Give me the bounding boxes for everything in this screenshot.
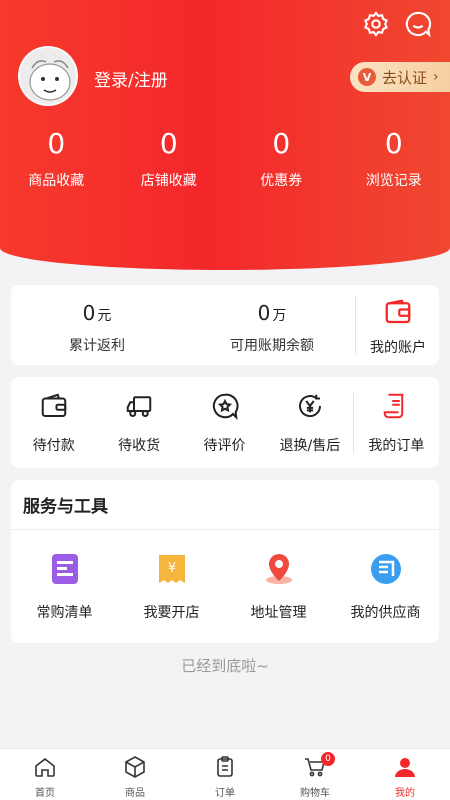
services-title: 服务与工具: [11, 480, 439, 530]
tab-label: 我的: [395, 788, 415, 799]
tab-label: 购物车: [300, 788, 330, 799]
avatar-illustration-icon: [20, 48, 76, 104]
tab-orders[interactable]: 订单: [180, 749, 270, 800]
service-address[interactable]: 地址管理: [225, 552, 332, 622]
service-suppliers[interactable]: 我的供应商: [332, 552, 439, 622]
stat-label: 店铺收藏: [140, 173, 197, 189]
tab-products[interactable]: 商品: [90, 749, 180, 800]
tab-label: 首页: [35, 788, 55, 799]
shop-icon: ¥: [158, 555, 185, 583]
service-label: 我的供应商: [350, 605, 421, 621]
order-label: 待付款: [32, 437, 75, 454]
stat-count: 0: [384, 127, 403, 160]
stat-label: 优惠券: [260, 173, 303, 189]
supplier-icon: [370, 554, 401, 584]
tab-cart[interactable]: 0 购物车: [270, 749, 360, 800]
order-label: 待评价: [203, 437, 246, 454]
my-account-label: 我的账户: [370, 340, 426, 356]
chevron-right-icon: ›: [433, 69, 439, 85]
stats-row: 0 商品收藏 0 店铺收藏 0 优惠券 0 浏览记录: [0, 124, 450, 190]
credit-summary[interactable]: 0万 可用账期余额: [189, 301, 355, 355]
service-frequent-list[interactable]: 常购清单: [11, 552, 118, 622]
gear-icon[interactable]: [362, 10, 390, 38]
box-icon: [125, 756, 145, 778]
stat-count: 0: [47, 127, 66, 160]
service-label: 常购清单: [36, 605, 93, 621]
order-pending-receipt[interactable]: 待收货: [96, 391, 181, 455]
stat-count: 0: [272, 127, 291, 160]
end-of-list-text: 已经到底啦~: [181, 657, 269, 675]
profile-header: 登录/注册 V 去认证 › 0 商品收藏 0 店铺收藏 0 优惠券 0 浏览记录: [0, 0, 450, 270]
login-register-link[interactable]: 登录/注册: [94, 66, 168, 91]
svg-text:¥: ¥: [167, 561, 175, 576]
tab-home[interactable]: 首页: [0, 749, 90, 800]
service-label: 地址管理: [250, 605, 307, 621]
refund-icon: [298, 394, 321, 417]
order-label: 退换/售后: [279, 437, 341, 454]
user-icon: [395, 758, 415, 777]
orders-card: 待付款 待收货 待评价 退换/售后 我的订单: [11, 377, 439, 468]
stat-coupons[interactable]: 0 优惠券: [225, 124, 338, 190]
stat-browse-history[interactable]: 0 浏览记录: [338, 124, 450, 190]
wallet-icon: [385, 299, 411, 324]
my-orders-button[interactable]: 我的订单: [354, 391, 439, 455]
message-icon[interactable]: [404, 10, 432, 38]
truck-icon: [126, 395, 152, 417]
stat-count: 0: [159, 127, 178, 160]
stat-product-favorites[interactable]: 0 商品收藏: [0, 124, 113, 190]
service-label: 我要开店: [143, 605, 200, 621]
tab-label: 商品: [125, 788, 145, 799]
divider: [355, 295, 356, 355]
service-open-shop[interactable]: ¥ 我要开店: [118, 552, 225, 622]
review-icon: [212, 393, 239, 420]
my-account-button[interactable]: 我的账户: [357, 297, 439, 357]
bottom-tab-bar: 首页 商品 订单 0 购物车 我的: [0, 748, 450, 800]
rebate-value: 0: [82, 301, 96, 325]
rebate-summary[interactable]: 0元 累计返利: [11, 301, 183, 355]
certify-label: 去认证: [382, 68, 428, 87]
stat-label: 商品收藏: [28, 173, 85, 189]
home-icon: [35, 757, 55, 777]
clipboard-icon: [217, 756, 233, 777]
order-refund-aftersale[interactable]: 退换/售后: [267, 391, 352, 455]
list-icon: [51, 554, 78, 584]
verified-badge-icon: V: [358, 68, 376, 86]
certify-button[interactable]: V 去认证 ›: [350, 62, 450, 92]
rebate-label: 累计返利: [69, 338, 125, 354]
rebate-unit: 元: [97, 308, 112, 324]
tab-mine[interactable]: 我的: [360, 749, 450, 800]
order-pending-review[interactable]: 待评价: [182, 391, 267, 455]
order-label: 待收货: [118, 437, 161, 454]
credit-value: 0: [257, 301, 271, 325]
order-label: 我的订单: [368, 437, 425, 454]
avatar[interactable]: [18, 46, 78, 106]
location-icon: [265, 554, 292, 584]
stat-shop-favorites[interactable]: 0 店铺收藏: [113, 124, 226, 190]
services-card: 服务与工具 常购清单 ¥ 我要开店 地址管理 我的供应商: [11, 480, 439, 643]
tab-label: 订单: [215, 788, 235, 799]
order-list-icon: [384, 393, 404, 418]
credit-label: 可用账期余额: [230, 338, 314, 354]
cart-count-badge: 0: [321, 752, 335, 766]
wallet-icon: [41, 392, 66, 417]
order-pending-payment[interactable]: 待付款: [11, 391, 96, 455]
wallet-card: 0元 累计返利 0万 可用账期余额 我的账户: [11, 285, 439, 365]
credit-unit: 万: [272, 308, 287, 324]
stat-label: 浏览记录: [365, 173, 422, 189]
